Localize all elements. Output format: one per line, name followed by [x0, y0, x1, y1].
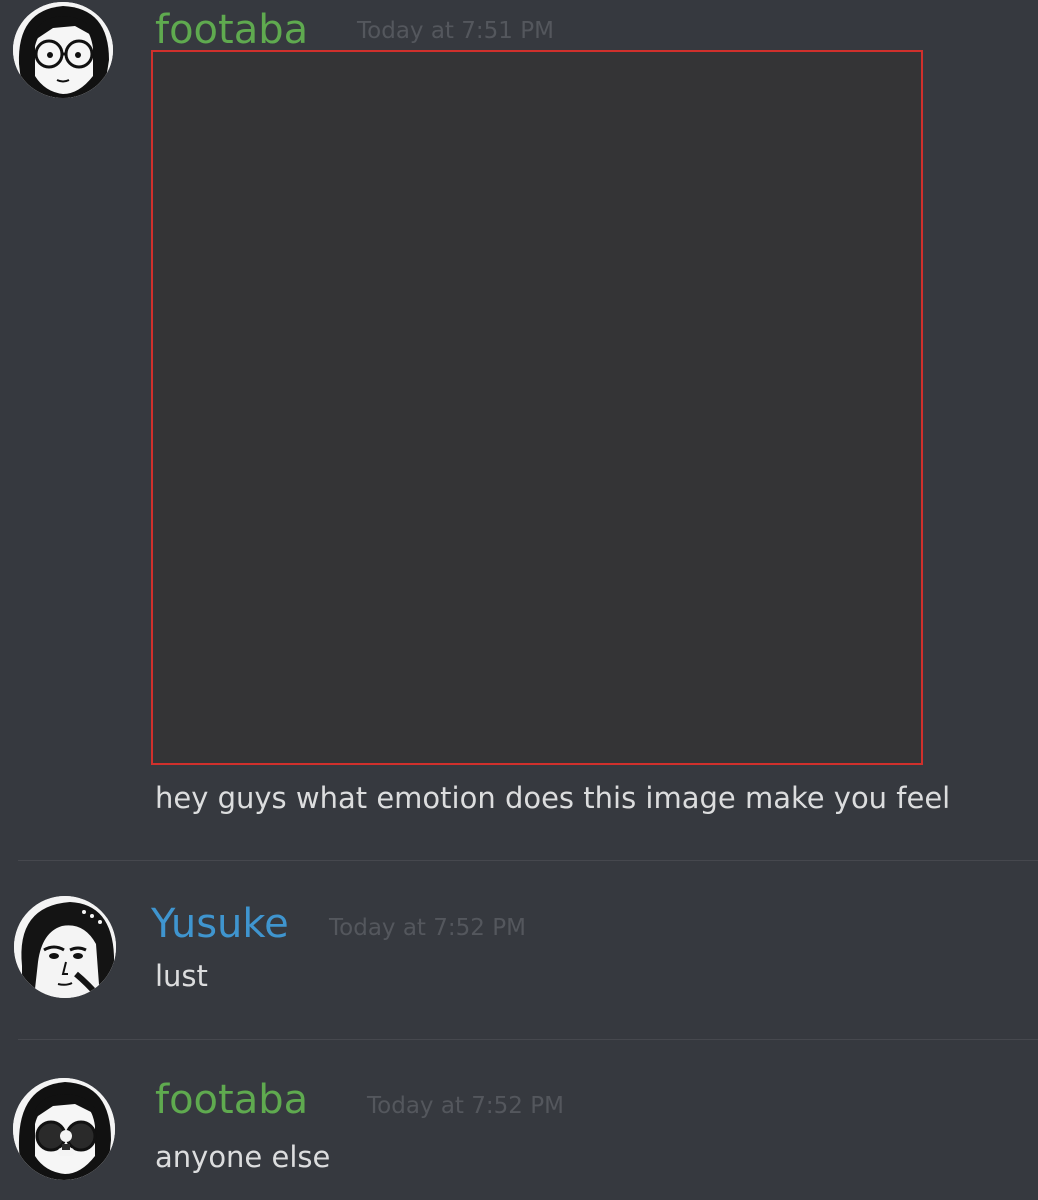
image-attachment[interactable] [151, 50, 923, 765]
glasses-girl-avatar-icon[interactable] [13, 2, 113, 98]
message-text: hey guys what emotion does this image ma… [155, 781, 951, 815]
message-group: footaba Today at 7:51 PM hey guys what e… [0, 0, 1038, 860]
message-timestamp: Today at 7:51 PM [357, 18, 554, 44]
chat-messages-pane: footaba Today at 7:51 PM hey guys what e… [0, 0, 1038, 1200]
message-timestamp: Today at 7:52 PM [329, 915, 526, 941]
glasses-girl-sad-avatar-icon[interactable] [13, 1078, 115, 1180]
dark-haired-boy-avatar-icon[interactable] [14, 896, 116, 998]
message-author[interactable]: Yusuke [151, 900, 289, 948]
message-group: Yusuke Today at 7:52 PM lust [0, 861, 1038, 1039]
message-group: footaba Today at 7:52 PM anyone else [0, 1040, 1038, 1200]
message-text: anyone else [155, 1140, 331, 1174]
message-author[interactable]: footaba [155, 6, 308, 54]
message-timestamp: Today at 7:52 PM [367, 1093, 564, 1119]
message-text: lust [155, 959, 208, 993]
message-author[interactable]: footaba [155, 1076, 308, 1124]
